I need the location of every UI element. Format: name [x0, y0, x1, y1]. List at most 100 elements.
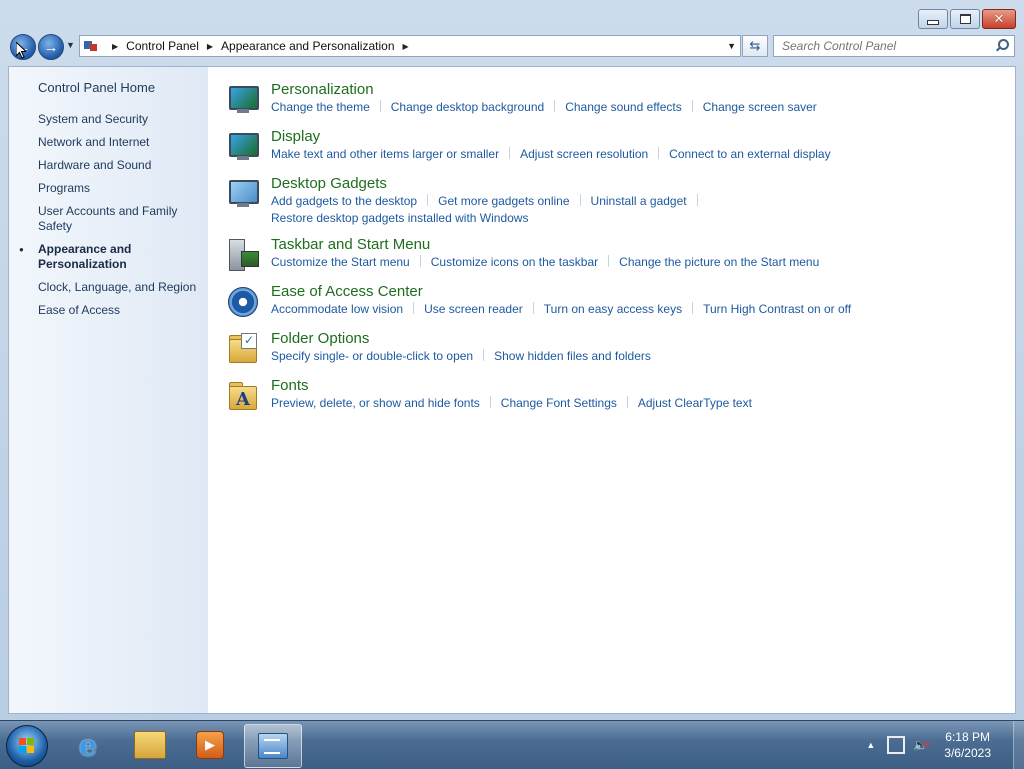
- sidebar-category-list: System and Security Network and Internet…: [19, 112, 203, 326]
- link-divider: [509, 147, 511, 159]
- personalization-icon[interactable]: [227, 84, 259, 116]
- control-panel-window: ✕ ← → ▼ ▶ Control Panel ▶ Appearance and…: [0, 0, 1024, 720]
- category-links: Preview, delete, or show and hide fonts C…: [271, 395, 1005, 412]
- sidebar-item-user-accounts[interactable]: User Accounts and Family Safety: [38, 204, 203, 234]
- address-dropdown-icon[interactable]: ▼: [727, 41, 736, 51]
- task-link[interactable]: Add gadgets to the desktop: [271, 194, 417, 208]
- restore-button[interactable]: [950, 9, 980, 29]
- category-title[interactable]: Folder Options: [271, 330, 1005, 348]
- task-link[interactable]: Change the picture on the Start menu: [619, 255, 819, 269]
- task-link[interactable]: Specify single- or double-click to open: [271, 349, 473, 363]
- minimize-button[interactable]: [918, 9, 948, 29]
- close-button[interactable]: ✕: [982, 9, 1016, 29]
- taskbar-internet-explorer[interactable]: e: [60, 724, 116, 766]
- recent-pages-dropdown[interactable]: ▼: [66, 40, 75, 50]
- task-link[interactable]: Change screen saver: [703, 100, 817, 114]
- link-divider: [427, 194, 429, 206]
- category-desktop-gadgets: Desktop Gadgets Add gadgets to the deskt…: [225, 175, 1005, 227]
- folder-options-icon[interactable]: ✓: [227, 333, 259, 365]
- task-link[interactable]: Turn on easy access keys: [544, 302, 682, 316]
- task-link[interactable]: Accommodate low vision: [271, 302, 403, 316]
- breadcrumb-separator-icon[interactable]: ▶: [403, 42, 409, 51]
- internet-explorer-icon: e: [79, 728, 97, 762]
- gadgets-icon[interactable]: [227, 178, 259, 210]
- category-links: Change the theme Change desktop backgroun…: [271, 99, 1005, 116]
- task-link[interactable]: Turn High Contrast on or off: [703, 302, 851, 316]
- taskbar-icon[interactable]: [227, 239, 259, 271]
- network-icon[interactable]: [887, 736, 906, 754]
- address-bar[interactable]: ▶ Control Panel ▶ Appearance and Persona…: [79, 35, 741, 57]
- category-title[interactable]: Taskbar and Start Menu: [271, 236, 1005, 254]
- link-divider: [489, 396, 491, 408]
- caption-buttons: ✕: [916, 9, 1016, 29]
- sidebar-item-programs[interactable]: Programs: [38, 181, 203, 196]
- task-link[interactable]: Restore desktop gadgets installed with W…: [271, 211, 528, 225]
- link-divider: [554, 100, 556, 112]
- link-divider: [626, 396, 628, 408]
- task-link[interactable]: Change the theme: [271, 100, 370, 114]
- link-divider: [658, 147, 660, 159]
- sidebar-item-ease-of-access[interactable]: Ease of Access: [38, 303, 203, 318]
- task-link[interactable]: Show hidden files and folders: [494, 349, 651, 363]
- forward-arrow-icon: →: [43, 38, 59, 56]
- category-title[interactable]: Ease of Access Center: [271, 283, 1005, 301]
- sidebar-item-system-security[interactable]: System and Security: [38, 112, 203, 127]
- show-hidden-icons-button[interactable]: ▲: [866, 740, 875, 750]
- show-desktop-button[interactable]: [1013, 721, 1024, 769]
- category-title[interactable]: Display: [271, 128, 1005, 146]
- taskbar-media-player[interactable]: ▶: [182, 724, 238, 766]
- category-links: Accommodate low vision Use screen reader T…: [271, 301, 1005, 318]
- task-link[interactable]: Use screen reader: [424, 302, 523, 316]
- taskbar-windows-explorer[interactable]: [122, 724, 178, 766]
- sidebar-item-clock-language[interactable]: Clock, Language, and Region: [38, 280, 203, 295]
- folder-icon: [134, 731, 166, 759]
- task-link[interactable]: Connect to an external display: [669, 147, 830, 161]
- task-link[interactable]: Change sound effects: [565, 100, 682, 114]
- category-personalization: Personalization Change the theme Change d…: [225, 81, 1005, 119]
- sidebar-home-link[interactable]: Control Panel Home: [38, 80, 155, 95]
- sidebar-item-hardware-sound[interactable]: Hardware and Sound: [38, 158, 203, 173]
- breadcrumb-control-panel[interactable]: Control Panel: [126, 39, 199, 53]
- taskbar: e ▶ ▲ 🔈 ✕ 6:18 PM 3/6/2023: [0, 720, 1024, 769]
- breadcrumb-separator-icon[interactable]: ▶: [112, 42, 118, 51]
- volume-muted-icon[interactable]: 🔈 ✕: [913, 738, 930, 752]
- task-link[interactable]: Preview, delete, or show and hide fonts: [271, 396, 480, 410]
- task-link[interactable]: Adjust screen resolution: [520, 147, 648, 161]
- task-link[interactable]: Adjust ClearType text: [638, 396, 752, 410]
- task-link[interactable]: Customize the Start menu: [271, 255, 410, 269]
- close-icon: ✕: [993, 11, 1005, 26]
- task-link[interactable]: Make text and other items larger or smal…: [271, 147, 499, 161]
- clock[interactable]: 6:18 PM 3/6/2023: [944, 729, 991, 761]
- ease-of-access-icon[interactable]: [227, 286, 259, 318]
- category-title[interactable]: Fonts: [271, 377, 1005, 395]
- category-list: Personalization Change the theme Change d…: [225, 81, 1005, 424]
- display-icon[interactable]: [227, 131, 259, 163]
- breadcrumb-separator-icon[interactable]: ▶: [207, 42, 213, 51]
- refresh-button[interactable]: ⇆: [742, 35, 768, 57]
- task-link[interactable]: Customize icons on the taskbar: [431, 255, 598, 269]
- task-link[interactable]: Change desktop background: [391, 100, 544, 114]
- link-divider: [419, 255, 421, 267]
- task-link[interactable]: Uninstall a gadget: [591, 194, 687, 208]
- link-divider: [608, 255, 610, 267]
- search-input[interactable]: [780, 38, 994, 54]
- category-title[interactable]: Personalization: [271, 81, 1005, 99]
- windows-logo-icon: [19, 738, 35, 754]
- search-icon[interactable]: [994, 38, 1010, 54]
- breadcrumb-appearance[interactable]: Appearance and Personalization: [221, 39, 394, 53]
- category-links: Make text and other items larger or smal…: [271, 146, 1005, 163]
- restore-icon: [959, 14, 971, 24]
- task-link[interactable]: Get more gadgets online: [438, 194, 569, 208]
- clock-time: 6:18 PM: [945, 730, 990, 744]
- fonts-icon[interactable]: A: [227, 380, 259, 412]
- search-box[interactable]: [773, 35, 1015, 57]
- task-link[interactable]: Change Font Settings: [501, 396, 617, 410]
- start-button[interactable]: [6, 725, 48, 767]
- category-title[interactable]: Desktop Gadgets: [271, 175, 1005, 193]
- taskbar-control-panel[interactable]: [244, 724, 302, 768]
- link-divider: [696, 194, 698, 206]
- sidebar-item-network-internet[interactable]: Network and Internet: [38, 135, 203, 150]
- category-display: Display Make text and other items larger…: [225, 128, 1005, 166]
- forward-button[interactable]: →: [38, 34, 64, 60]
- category-links: Add gadgets to the desktop Get more gadge…: [271, 193, 1005, 227]
